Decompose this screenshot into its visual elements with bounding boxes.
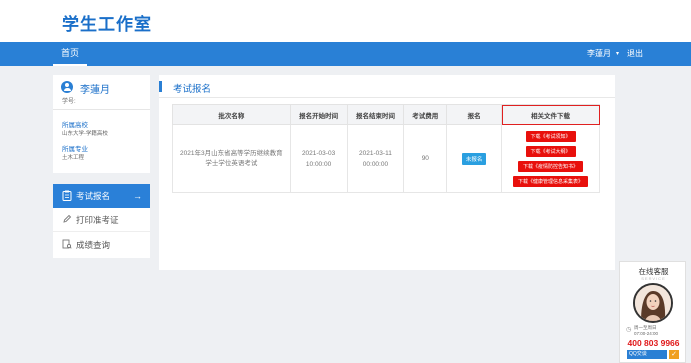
student-id-label: 学号: xyxy=(62,99,76,105)
exam-table: 批次名称 报名开始时间 报名结束时间 考试费用 报名 相关文件下载 2021年3… xyxy=(172,104,600,193)
service-subtitle: SERVICE xyxy=(641,276,666,281)
service-time: 07:00-24:00 xyxy=(634,331,659,336)
end-time: 00:00:00 xyxy=(362,160,389,168)
column-header: 批次名称 xyxy=(172,104,291,125)
exam-signup-panel: 考试报名 批次名称 报名开始时间 报名结束时间 考试费用 报名 相关文件下载 2… xyxy=(159,75,615,270)
school-label: 所属高校 xyxy=(62,122,88,129)
nav-home-link[interactable]: 首页 xyxy=(53,42,87,66)
column-header: 报名开始时间 xyxy=(289,104,348,125)
user-avatar-icon xyxy=(61,81,73,93)
downloads-cell: 下载《考试须知》 下载《考试大纲》 下载《疫情防控告知书》 下载《健康管理信息采… xyxy=(501,124,600,193)
logout-link[interactable]: 退出 xyxy=(627,42,643,66)
arrow-right-icon: → xyxy=(133,191,142,201)
online-service-widget: 在线客服 SERVICE ◷ 周一至周日 07:00-24:00 400 803… xyxy=(619,261,686,363)
start-time-cell: 2021-03-03 10:00:00 xyxy=(289,124,348,193)
sidebar-item-print-ticket[interactable]: 打印准考证 xyxy=(53,208,150,232)
chevron-down-icon[interactable]: ▾ xyxy=(616,42,619,66)
download-health-form-button[interactable]: 下载《健康管理信息采集表》 xyxy=(513,175,589,187)
pencil-icon xyxy=(61,214,72,225)
column-header-downloads: 相关文件下载 xyxy=(501,104,600,125)
sidebar-item-label: 打印准考证 xyxy=(76,215,119,225)
page-title: 考试报名 xyxy=(173,84,212,95)
column-header: 考试费用 xyxy=(403,104,448,125)
enroll-button[interactable]: 未报名 xyxy=(461,152,487,165)
site-brand[interactable]: 学生工作室 xyxy=(62,10,152,35)
major-label: 所属专业 xyxy=(62,146,88,153)
exam-fee: 90 xyxy=(421,155,429,162)
service-hours: 周一至周日 07:00-24:00 xyxy=(634,325,658,337)
exam-name-cell: 2021年3月山东省高等学历继续教育学士学位英语考试 xyxy=(172,124,291,193)
major-value: 土木工程 xyxy=(62,155,85,161)
school-value: 山东大学-学籍高校 xyxy=(62,131,108,137)
clipboard-icon xyxy=(61,190,72,201)
enroll-cell: 未报名 xyxy=(446,124,503,193)
start-time: 10:00:00 xyxy=(305,160,332,168)
column-header: 报名结束时间 xyxy=(346,104,405,125)
end-time-cell: 2021-03-11 00:00:00 xyxy=(346,124,405,193)
fee-cell: 90 xyxy=(403,124,448,193)
check-icon[interactable]: ✓ xyxy=(669,350,679,359)
main-navbar: 首页 李蓮月 ▾ 退出 xyxy=(0,42,691,66)
profile-card: 李蓮月 学号: 所属高校 山东大学-学籍高校 所属专业 土木工程 xyxy=(53,75,150,173)
download-exam-notice-button[interactable]: 下载《考试须知》 xyxy=(525,130,576,142)
end-date: 2021-03-11 xyxy=(359,149,392,157)
download-epidemic-notice-button[interactable]: 下载《疫情防控告知书》 xyxy=(518,160,584,172)
table-row: 2021年3月山东省高等学历继续教育学士学位英语考试 2021-03-03 10… xyxy=(172,124,600,193)
download-syllabus-button[interactable]: 下载《考试大纲》 xyxy=(525,145,576,157)
sidebar-item-label: 考试报名 xyxy=(76,191,111,201)
service-phone[interactable]: 400 803 9966 xyxy=(620,338,687,348)
exam-name: 2021年3月山东省高等学历继续教育学士学位英语考试 xyxy=(180,149,283,167)
sidebar-item-exam-signup[interactable]: 考试报名 → xyxy=(53,184,150,208)
nav-user-menu[interactable]: 李蓮月 xyxy=(587,42,611,66)
start-date: 2021-03-03 xyxy=(301,149,336,157)
clock-icon: ◷ xyxy=(626,327,632,333)
divider xyxy=(159,97,615,98)
profile-name: 李蓮月 xyxy=(80,85,110,96)
sidebar-item-score-query[interactable]: 成绩查询 xyxy=(53,233,150,257)
agent-photo xyxy=(633,283,673,323)
top-header: 学生工作室 xyxy=(0,0,691,42)
divider xyxy=(53,109,150,110)
sidebar-menu: 考试报名 → 打印准考证 成绩查询 xyxy=(53,184,150,258)
search-doc-icon xyxy=(61,239,72,250)
title-accent-bar xyxy=(159,81,162,92)
qq-chat-button[interactable]: QQ交谈 xyxy=(627,350,667,359)
sidebar-item-label: 成绩查询 xyxy=(76,240,111,250)
column-header: 报名 xyxy=(446,104,503,125)
